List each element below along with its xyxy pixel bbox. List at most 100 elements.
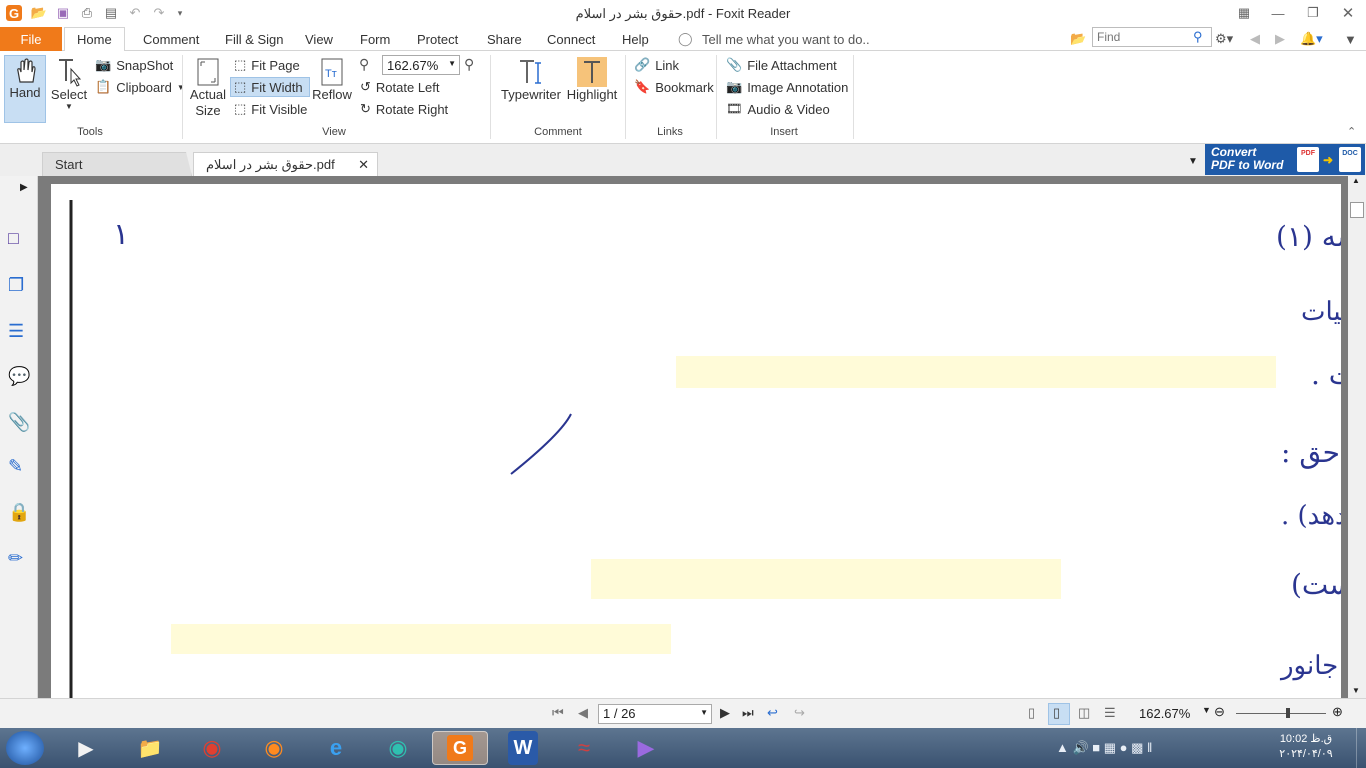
page-number-field[interactable]: 1 / 26 ▼ [598,704,712,724]
status-zoom-dropdown-icon[interactable]: ▼ [1202,705,1211,715]
close-tab-icon[interactable]: ✕ [358,157,369,173]
edge-icon[interactable]: ◉ [380,731,416,765]
tab-start[interactable]: Start [42,152,192,176]
convert-pdf-to-word-banner[interactable]: Convert PDF to Word PDF ➜ DOC [1205,144,1365,175]
image-annotation-button[interactable]: 📷 Image Annotation [726,79,848,95]
restore-layout-icon[interactable]: ▦ [1236,5,1252,21]
scrollbar-thumb[interactable] [1350,202,1364,218]
expand-panel-icon[interactable]: ▶ [20,182,28,193]
menu-protect[interactable]: Protect [417,27,458,51]
clipboard-dropdown-icon[interactable]: ▼ [177,83,185,92]
previous-view-icon[interactable]: ↩ [767,705,778,721]
fit-width-button[interactable]: ⬚ Fit Width [234,79,303,95]
zoom-dropdown-icon[interactable]: ▼ [448,59,456,68]
group-links-label: Links [657,126,683,138]
fit-visible-button[interactable]: ⬚ Fit Visible [234,101,307,117]
chrome-icon[interactable]: ◉ [194,731,230,765]
status-zoom-out-icon[interactable]: ⊖ [1214,704,1225,720]
scroll-up-icon[interactable]: ▲ [1352,176,1360,185]
tell-me-field[interactable]: Tell me what you want to do.. [702,27,870,51]
link-button[interactable]: 🔗 Link [634,57,679,73]
word-icon[interactable]: W [508,731,538,765]
bookmarks-panel-icon[interactable]: □ [8,228,28,248]
note-line-5: ۳ - اول دارنده حق ← ۴ - متعلق حق (چه کسی… [1281,501,1341,531]
menu-connect[interactable]: Connect [547,27,595,51]
system-tray-icons[interactable]: ▲ 🔊 ■ ▦ ● ▩ ‖ [1056,740,1152,756]
notification-bell-icon[interactable]: 🔔▾ [1300,27,1323,51]
document-viewport[interactable]: ۱ حقوق بشر در اسلام جلسه (۱) جلسه (۱) ـ … [38,176,1348,698]
tab-document[interactable]: حقوق بشر در اسلام.pdf ✕ [193,152,378,176]
menu-help[interactable]: Help [622,27,649,51]
ribbon-collapse-icon[interactable]: ⌃ [1347,125,1356,138]
select-dropdown-icon[interactable]: ▼ [65,102,73,111]
reflow-button[interactable]: Tт Reflow [312,57,352,102]
maximize-icon[interactable]: ❐ [1305,5,1321,21]
signatures-panel-icon[interactable]: ✎ [8,456,28,476]
file-attachment-button[interactable]: 📎 File Attachment [726,57,837,73]
menu-share[interactable]: Share [487,27,522,51]
media-player-icon[interactable]: ▶ [68,731,104,765]
menu-form[interactable]: Form [360,27,390,51]
actual-size-button[interactable]: Actual Size [188,57,228,119]
foxit-taskbar-button[interactable]: G [432,731,488,765]
find-folder-icon[interactable]: 📂 [1070,27,1086,51]
clipboard-button[interactable]: 📋 Clipboard ▼ [95,79,185,95]
comments-panel-icon[interactable]: 💬 [8,366,30,386]
rotate-right-button[interactable]: ↻ Rotate Right [360,101,448,117]
show-desktop-button[interactable] [1356,728,1366,768]
menu-fill-sign[interactable]: Fill & Sign [225,27,284,51]
security-lock-icon[interactable]: 🔒 [8,502,30,522]
hand-tool[interactable]: Hand [8,57,42,100]
previous-page-icon[interactable]: ◀ [578,705,588,721]
last-page-icon[interactable]: ⏭ [742,705,754,721]
menu-home[interactable]: Home [64,27,125,52]
scroll-down-icon[interactable]: ▼ [1352,686,1360,695]
snapshot-button[interactable]: 📷 SnapShot [95,57,173,73]
app-swirl-icon[interactable]: ≈ [566,731,602,765]
pages-panel-icon[interactable]: ❐ [8,275,28,295]
fit-page-button[interactable]: ⬚ Fit Page [234,57,300,73]
zoom-out-icon[interactable]: ⚲ [359,56,369,73]
highlight-button[interactable]: Highlight [566,57,618,102]
attachments-panel-icon[interactable]: 📎 [8,412,30,432]
collapse-ribbon-icon[interactable]: ▼ [1344,27,1357,51]
first-page-icon[interactable]: ⏮ [552,705,564,721]
certify-panel-icon[interactable]: ✏ [8,548,28,568]
zoom-select[interactable]: 162.67% ▼ [382,55,460,75]
next-result-icon[interactable]: ▶ [1275,27,1285,51]
facing-page-icon[interactable]: ◫ [1078,705,1090,721]
next-view-icon[interactable]: ↪ [794,705,805,721]
zoom-in-icon[interactable]: ⚲ [464,56,474,73]
clock[interactable]: 10:02 ق.ظ ۲۰۲۴/۰۴/۰۹ [1270,732,1342,762]
menu-comment[interactable]: Comment [143,27,199,51]
search-icon[interactable]: ⚲ [1193,29,1203,45]
zoom-slider-thumb[interactable] [1286,708,1290,718]
menu-file[interactable]: File [0,27,62,51]
close-icon[interactable]: ✕ [1340,5,1356,22]
select-tool[interactable]: Select ▼ [50,57,88,111]
status-zoom-in-icon[interactable]: ⊕ [1332,704,1343,720]
rotate-left-icon: ↺ [360,79,371,94]
tabs-dropdown-icon[interactable]: ▼ [1188,156,1198,167]
visual-studio-icon[interactable]: ▶ [628,731,664,765]
continuous-facing-icon[interactable]: ☰ [1104,705,1116,721]
zoom-slider[interactable] [1236,713,1326,714]
settings-gear-icon[interactable]: ⚙▾ [1215,27,1233,51]
page-dropdown-icon[interactable]: ▼ [700,708,708,717]
single-page-icon[interactable]: ▯ [1028,705,1035,721]
rotate-left-button[interactable]: ↺ Rotate Left [360,79,440,95]
menu-view[interactable]: View [305,27,333,51]
previous-result-icon[interactable]: ◀ [1250,27,1260,51]
file-explorer-icon[interactable]: 📁 [132,731,168,765]
firefox-icon[interactable]: ◉ [256,731,292,765]
bookmark-button[interactable]: 🔖 Bookmark [634,79,714,95]
audio-video-button[interactable]: 🎞 Audio & Video [726,101,830,117]
internet-explorer-icon[interactable]: e [318,731,354,765]
typewriter-button[interactable]: Typewriter [498,57,564,102]
minimize-icon[interactable]: — [1270,5,1286,21]
next-page-icon[interactable]: ▶ [720,705,730,721]
note-line-2: جلسه (۱) ـ کلیات [1301,297,1341,327]
layers-panel-icon[interactable]: ☰ [8,321,28,341]
vertical-scrollbar[interactable]: ▲ ▼ [1348,176,1366,698]
start-button-icon[interactable] [6,731,44,765]
